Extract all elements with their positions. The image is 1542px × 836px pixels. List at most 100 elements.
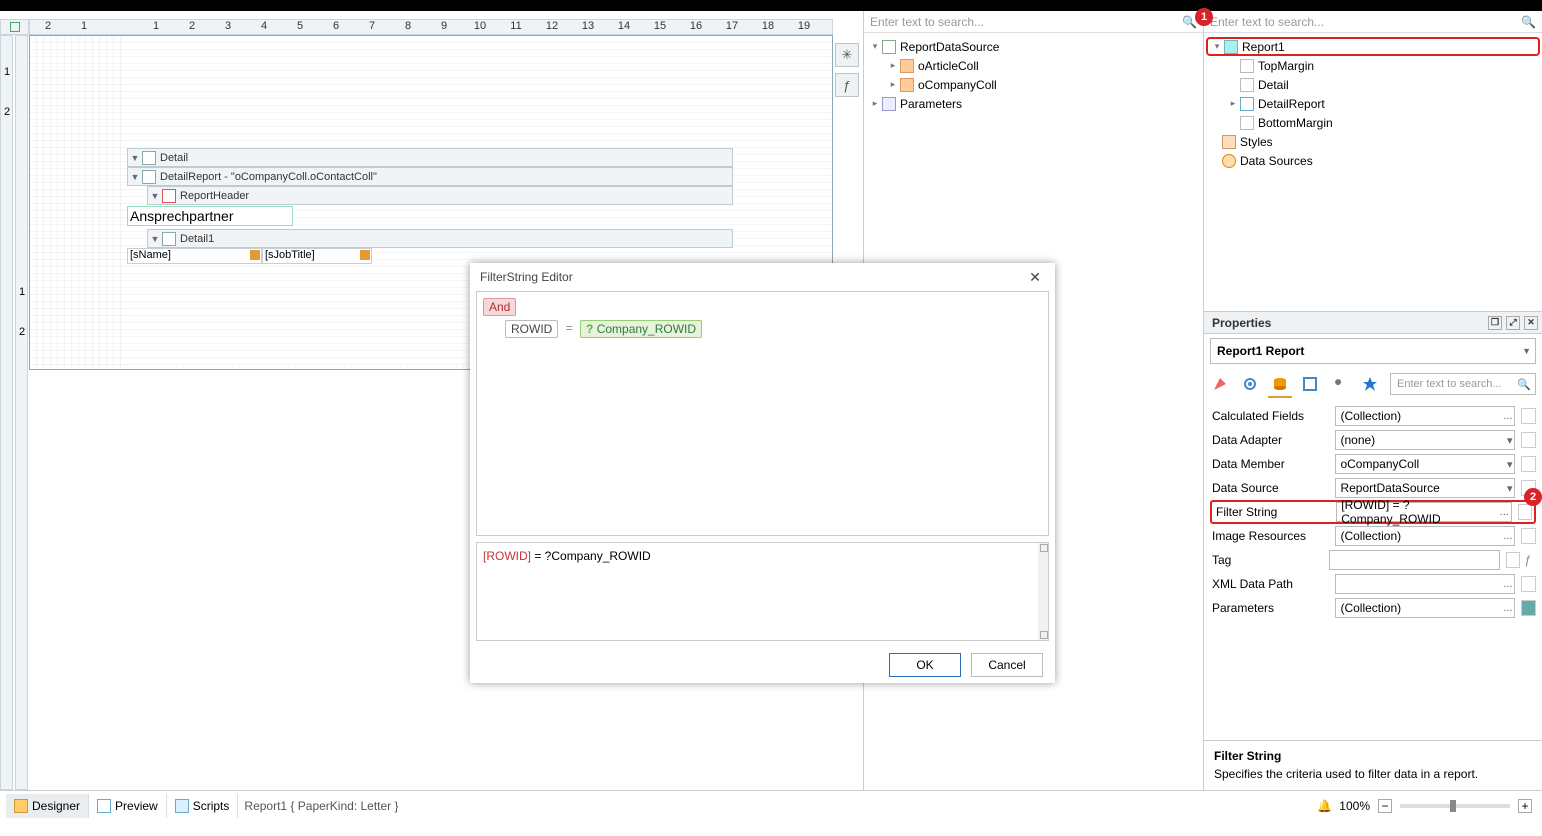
data-icon[interactable] [1270, 374, 1290, 394]
search-input[interactable]: Enter text to search... 🔍 [1204, 11, 1542, 33]
property-value[interactable]: oCompanyColl▾ [1335, 454, 1515, 474]
expand-icon[interactable]: ▸ [1228, 98, 1238, 109]
expand-icon[interactable]: ▾ [1212, 41, 1222, 52]
bell-icon[interactable]: 🔔 [1317, 799, 1332, 813]
wrench-icon[interactable] [1330, 374, 1350, 394]
tree-node[interactable]: ▸Parameters [866, 94, 1201, 113]
reset-button[interactable] [1518, 504, 1532, 520]
close-icon[interactable]: ✕ [1025, 267, 1045, 287]
tree-node[interactable]: ▸oCompanyColl [866, 75, 1201, 94]
fx-icon[interactable]: ƒ [1524, 553, 1536, 567]
band-detail[interactable]: ▼ Detail [127, 148, 733, 167]
band-reportheader[interactable]: ▼ReportHeader [127, 186, 733, 205]
cancel-button[interactable]: Cancel [971, 653, 1043, 677]
tree-node[interactable]: Detail [1206, 75, 1540, 94]
filter-param[interactable]: Company_ROWID [580, 320, 702, 338]
tree-node[interactable]: ▸DetailReport [1206, 94, 1540, 113]
main-area: 2112345678910111213141516171819 12 12 ✳ … [0, 11, 1542, 790]
ellipsis-icon[interactable]: ... [1503, 602, 1512, 614]
ruler-corner[interactable] [0, 19, 29, 35]
ellipsis-icon[interactable]: ... [1503, 578, 1512, 590]
properties-header[interactable]: Properties ❐ ⤢ ✕ [1204, 312, 1542, 334]
band-detail1[interactable]: ▼Detail1 [127, 229, 733, 248]
field-sjobtitle[interactable]: [sJobTitle] [262, 248, 372, 264]
smart-tag-icon[interactable] [360, 250, 370, 260]
collapse-icon[interactable]: ▼ [128, 172, 142, 182]
label-ansprechpartner[interactable]: Ansprechpartner [127, 206, 293, 226]
chevron-down-icon[interactable]: ▾ [1507, 458, 1513, 471]
smart-tag-icon[interactable] [250, 250, 260, 260]
tree-node[interactable]: ▾ReportDataSource [866, 37, 1201, 56]
reset-button[interactable] [1521, 576, 1536, 592]
close-icon[interactable]: ✕ [1524, 316, 1538, 330]
zoom-slider[interactable] [1400, 804, 1510, 808]
tree-node[interactable]: Styles [1206, 132, 1540, 151]
operator-and[interactable]: And [483, 298, 516, 316]
property-value[interactable]: (Collection)... [1335, 406, 1515, 426]
expression-text[interactable]: [ROWID] = ?Company_ROWID [476, 542, 1049, 641]
expand-icon[interactable]: ▸ [888, 60, 898, 71]
band-detailreport[interactable]: ▼DetailReport - "oCompanyColl.oContactCo… [127, 167, 733, 186]
layout-icon[interactable] [1300, 374, 1320, 394]
ellipsis-icon[interactable]: ... [1503, 410, 1512, 422]
breadcrumb[interactable]: Report1 { PaperKind: Letter } [244, 799, 398, 813]
property-value[interactable] [1329, 550, 1500, 570]
collapse-icon[interactable]: ▼ [148, 191, 162, 201]
filter-operator[interactable]: = [566, 321, 573, 335]
band-label: Detail [160, 152, 188, 164]
tab-designer[interactable]: Designer [6, 794, 89, 818]
property-value[interactable]: [ROWID] = ?Company_ROWID... [1336, 502, 1512, 522]
pin-icon[interactable]: ⤢ [1506, 316, 1520, 330]
reset-button[interactable] [1521, 528, 1536, 544]
collapse-icon[interactable]: ▼ [128, 153, 142, 163]
vertical-ruler[interactable]: 12 12 [0, 35, 29, 790]
field-sname[interactable]: [sName] [127, 248, 262, 264]
appearance-icon[interactable] [1210, 374, 1230, 394]
property-value[interactable]: (none)▾ [1335, 430, 1515, 450]
ellipsis-icon[interactable]: ... [1503, 530, 1512, 542]
reset-button[interactable] [1521, 600, 1536, 616]
property-value[interactable]: ReportDataSource▾ [1335, 478, 1515, 498]
tab-preview[interactable]: Preview [89, 794, 167, 818]
tree-node[interactable]: TopMargin [1206, 56, 1540, 75]
search-icon[interactable]: 🔍 [1521, 15, 1536, 29]
fx-icon[interactable]: ƒ [835, 73, 859, 97]
ok-button[interactable]: OK [889, 653, 961, 677]
zoom-thumb[interactable] [1450, 800, 1456, 812]
property-value[interactable]: ... [1335, 574, 1515, 594]
expand-icon[interactable]: ▸ [888, 79, 898, 90]
property-value[interactable]: (Collection)... [1335, 598, 1515, 618]
reset-button[interactable] [1506, 552, 1520, 568]
gear-icon[interactable]: ✳ [835, 43, 859, 67]
tab-scripts[interactable]: Scripts [167, 794, 239, 818]
reset-button[interactable] [1521, 432, 1536, 448]
restore-icon[interactable]: ❐ [1488, 316, 1502, 330]
tree-node[interactable]: BottomMargin [1206, 113, 1540, 132]
filter-tree[interactable]: And ROWID = Company_ROWID [476, 291, 1049, 536]
dialog-titlebar[interactable]: FilterString Editor ✕ [470, 263, 1055, 291]
expand-icon[interactable]: ▸ [870, 98, 880, 109]
zoom-out-button[interactable]: − [1378, 799, 1392, 813]
filter-field[interactable]: ROWID [505, 320, 558, 338]
chevron-down-icon[interactable]: ▼ [1522, 346, 1531, 356]
property-search-input[interactable]: Enter text to search... 🔍 [1390, 373, 1536, 395]
expand-icon[interactable]: ▾ [870, 41, 880, 52]
chevron-down-icon[interactable]: ▾ [1507, 482, 1513, 495]
ellipsis-icon[interactable]: ... [1500, 506, 1509, 518]
collapse-icon[interactable]: ▼ [148, 234, 162, 244]
reset-button[interactable] [1521, 456, 1536, 472]
tree-node[interactable]: Data Sources [1206, 151, 1540, 170]
horizontal-ruler[interactable]: 2112345678910111213141516171819 [29, 19, 833, 35]
reset-button[interactable] [1521, 408, 1536, 424]
tree-node[interactable]: ▸oArticleColl [866, 56, 1201, 75]
star-icon[interactable] [1360, 374, 1380, 394]
object-selector[interactable]: Report1 Report ▼ [1210, 338, 1536, 364]
zoom-in-button[interactable]: + [1518, 799, 1532, 813]
scrollbar[interactable] [1038, 543, 1048, 640]
behavior-icon[interactable] [1240, 374, 1260, 394]
tab-icon [97, 799, 111, 813]
property-value[interactable]: (Collection)... [1335, 526, 1515, 546]
search-input[interactable]: Enter text to search... 🔍 [864, 11, 1203, 33]
chevron-down-icon[interactable]: ▾ [1507, 434, 1513, 447]
tree-node[interactable]: ▾Report1 [1206, 37, 1540, 56]
